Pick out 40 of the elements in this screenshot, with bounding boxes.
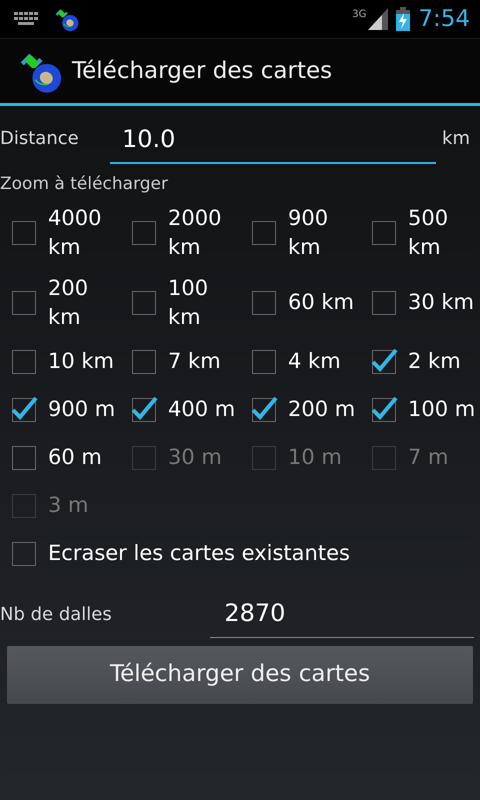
checkbox-label: 7 m [408, 444, 448, 471]
network-type: 3G [352, 8, 366, 22]
checkbox-label: 100 km [168, 274, 210, 330]
distance-field[interactable]: 10.0 [110, 116, 436, 164]
checkbox-label: Ecraser les cartes existantes [48, 540, 350, 567]
checkbox-label: 900 m [48, 396, 116, 423]
checkbox-label: 60 m [48, 444, 102, 471]
tiles-label: Nb de dalles [0, 602, 113, 626]
checkbox[interactable] [9, 394, 39, 424]
checkbox-label: 200 km [48, 274, 90, 330]
checkbox-label: 10 m [288, 444, 342, 471]
zoom-section-label: Zoom à télécharger [0, 174, 168, 194]
checkbox[interactable] [249, 394, 279, 424]
checkbox-label: 2000 km [168, 204, 222, 260]
checkbox-label: 100 m [408, 396, 476, 423]
checkbox[interactable] [369, 346, 399, 376]
battery-charging-icon [396, 7, 410, 31]
checkbox-label: 3 m [48, 492, 88, 519]
checkbox-label: 10 km [48, 348, 114, 375]
checkbox-label: 30 m [168, 444, 222, 471]
checkbox-label: 30 km [408, 289, 474, 316]
unit-label: km [442, 127, 470, 151]
download-button[interactable]: Télécharger des cartes [7, 646, 473, 704]
checkbox-label: 2 km [408, 348, 461, 375]
clock: 7:54 [418, 4, 470, 34]
keyboard-icon [14, 12, 38, 26]
tiles-field[interactable]: 2870 [210, 590, 474, 638]
signal-icon [368, 8, 388, 30]
checkbox-label: 900 km [288, 204, 330, 260]
checkbox-label: 4000 km [48, 204, 102, 260]
checkbox-label: 7 km [168, 348, 221, 375]
checkbox[interactable] [129, 394, 159, 424]
checkbox-label: 200 m [288, 396, 356, 423]
checkbox-label: 60 km [288, 289, 354, 316]
checkbox-label: 4 km [288, 348, 341, 375]
app-title: Télécharger des cartes [72, 56, 332, 86]
distance-label: Distance [0, 127, 80, 151]
checkbox-label: 400 m [168, 396, 236, 423]
checkbox[interactable] [369, 394, 399, 424]
checkbox-label: 500 km [408, 204, 450, 260]
